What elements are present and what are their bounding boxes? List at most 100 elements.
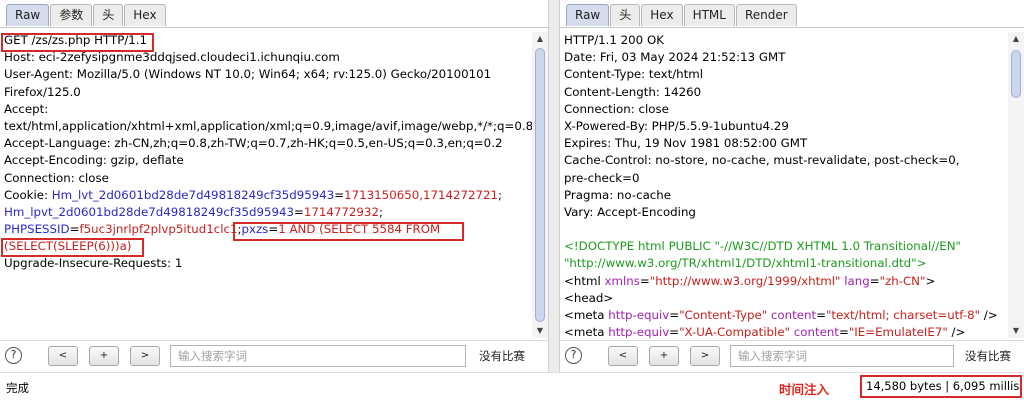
text-segment: "IE=EmulateIE7" xyxy=(848,325,948,338)
request-pane: Raw 参数头 Hex GET /zs/zs.php HTTP/1.1 Host: e… xyxy=(0,0,548,372)
prev-match-button[interactable]: < xyxy=(48,346,78,366)
response-editor[interactable]: HTTP/1.1 200 OK Date: Fri, 03 May 2024 21… xyxy=(560,32,1008,338)
text-line: Cache-Control: no-store, no-cache, must-… xyxy=(560,152,1008,169)
text-line: HTTP/1.1 200 OK xyxy=(560,32,1008,49)
text-segment: GET /zs/zs.php HTTP/1.1 xyxy=(4,33,148,47)
tab-4[interactable]: Render xyxy=(735,4,797,26)
text-segment: = xyxy=(639,273,650,288)
text-segment: (SELECT(SLEEP(6)))a) xyxy=(4,239,132,254)
text-segment: content xyxy=(770,308,817,322)
tab-0[interactable]: Raw xyxy=(566,4,610,26)
text-segment: Date: Fri, 03 May 2024 21:52:13 GMT xyxy=(564,50,786,65)
text-segment: xmlns xyxy=(604,273,640,288)
text-segment: <head> xyxy=(564,290,614,305)
tab-3[interactable]: Hex xyxy=(124,4,166,26)
text-segment: HTTP/1.1 200 OK xyxy=(564,33,664,47)
tab-underline xyxy=(560,27,1024,28)
tab-0[interactable]: Raw xyxy=(6,4,50,26)
text-line: Accept-Language: zh-CN,zh;q=0.8,zh-TW;q=… xyxy=(0,135,532,152)
text-segment: PHPSESSID xyxy=(4,222,70,237)
scroll-thumb[interactable] xyxy=(535,48,545,322)
text-segment: lang xyxy=(844,273,870,288)
text-line xyxy=(560,221,1008,238)
text-segment: Hm_lvt_2d0601bd28de7d49818249cf35d95943 xyxy=(51,187,335,202)
request-editor[interactable]: GET /zs/zs.php HTTP/1.1 Host: eci-2zefysi… xyxy=(0,32,532,338)
response-match-count: 没有比赛 xyxy=(965,349,1011,363)
text-segment: pre-check=0 xyxy=(564,170,640,185)
text-segment: Pragma: no-cache xyxy=(564,187,672,202)
response-size-time: 14,580 bytes | 6,095 millis xyxy=(860,375,1022,398)
text-line: Accept: xyxy=(0,101,532,118)
request-search-input[interactable]: 输入搜索字词 xyxy=(170,345,466,367)
text-segment: > xyxy=(925,273,936,288)
tab-1[interactable]: 头 xyxy=(610,4,641,26)
text-segment: /> xyxy=(947,325,966,338)
help-icon[interactable]: ? xyxy=(5,347,22,364)
text-segment: 1714772932 xyxy=(303,204,379,219)
text-segment: Cookie: xyxy=(4,187,52,202)
text-segment: User-Agent: Mozilla/5.0 (Windows NT 10.0… xyxy=(4,67,492,82)
text-line: Accept-Encoding: gzip, deflate xyxy=(0,152,532,169)
text-segment: Content-Type: text/html xyxy=(564,67,704,82)
response-search-bar: ? < + > 输入搜索字词 没有比赛 xyxy=(560,340,1024,370)
text-segment: ; xyxy=(498,187,503,202)
scroll-up-icon[interactable]: ▲ xyxy=(532,32,548,46)
text-segment: text/html,application/xhtml+xml,applicat… xyxy=(4,118,532,133)
help-icon[interactable]: ? xyxy=(565,347,582,364)
text-segment: <html xyxy=(564,273,605,288)
text-segment: f5uc3jnrlpf2plvp5itud1clc1 xyxy=(79,222,238,237)
pane-splitter[interactable] xyxy=(548,0,560,372)
text-segment: 1 AND (SELECT 5584 FROM xyxy=(278,222,441,237)
text-segment: Accept: xyxy=(4,101,49,116)
response-search-input[interactable]: 输入搜索字词 xyxy=(730,345,954,367)
next-match-button[interactable]: > xyxy=(130,346,160,366)
text-segment: /> xyxy=(980,308,998,322)
text-line: <!DOCTYPE html PUBLIC "-//W3C//DTD XHTML… xyxy=(560,238,1008,255)
prev-match-button[interactable]: < xyxy=(608,346,638,366)
text-line: X-Powered-By: PHP/5.5.9-1ubuntu4.29 xyxy=(560,118,1008,135)
request-search-bar: ? < + > 输入搜索字词 没有比赛 xyxy=(0,340,548,370)
text-line: Content-Length: 14260 xyxy=(560,84,1008,101)
text-line: Expires: Thu, 19 Nov 1981 08:52:00 GMT xyxy=(560,135,1008,152)
text-segment: = xyxy=(869,273,880,288)
text-segment: 1713150650,1714272721 xyxy=(344,187,499,202)
request-scrollbar[interactable]: ▲ ▼ xyxy=(532,32,548,338)
text-line: Upgrade-Insecure-Requests: 1 xyxy=(0,255,532,272)
text-line: "http://www.w3.org/TR/xhtml1/DTD/xhtml1-… xyxy=(560,255,1008,272)
scroll-down-icon[interactable]: ▼ xyxy=(1008,324,1024,338)
text-line: Cookie: Hm_lvt_2d0601bd28de7d49818249cf3… xyxy=(0,187,532,204)
text-segment: "text/html; charset=utf-8" xyxy=(825,308,981,322)
scroll-up-icon[interactable]: ▲ xyxy=(1008,32,1024,46)
text-line: PHPSESSID=f5uc3jnrlpf2plvp5itud1clc1;pxz… xyxy=(0,221,532,238)
text-segment: Hm_lpvt_2d0601bd28de7d49818249cf35d95943 xyxy=(4,204,294,219)
tab-1[interactable]: 参数 xyxy=(50,4,93,26)
text-line: Connection: close xyxy=(560,101,1008,118)
text-line: Pragma: no-cache xyxy=(560,187,1008,204)
text-segment: "http://www.w3.org/1999/xhtml" xyxy=(649,273,841,288)
tab-2[interactable]: Hex xyxy=(641,4,683,26)
scroll-down-icon[interactable]: ▼ xyxy=(532,324,548,338)
response-scrollbar[interactable]: ▲ ▼ xyxy=(1008,32,1024,338)
text-line: GET /zs/zs.php HTTP/1.1 xyxy=(0,32,532,49)
text-segment: = xyxy=(268,222,279,237)
text-segment: = xyxy=(816,308,826,322)
next-match-button[interactable]: > xyxy=(690,346,720,366)
text-segment: "Content-Type" xyxy=(679,308,768,322)
text-segment: "zh-CN" xyxy=(879,273,926,288)
tab-2[interactable]: 头 xyxy=(93,4,124,26)
text-line: Vary: Accept-Encoding xyxy=(560,204,1008,221)
tab-3[interactable]: HTML xyxy=(683,4,735,26)
text-line: <head> xyxy=(560,290,1008,307)
text-segment: = xyxy=(69,222,80,237)
text-segment: Connection: close xyxy=(4,170,109,185)
text-segment: Connection: close xyxy=(564,101,669,116)
text-line: Host: eci-2zefysipgnme3ddqjsed.cloudeci1… xyxy=(0,49,532,66)
text-segment: http-equiv xyxy=(608,308,670,322)
text-line: Connection: close xyxy=(0,170,532,187)
text-segment: = xyxy=(669,308,680,322)
add-match-button[interactable]: + xyxy=(649,346,679,366)
text-segment: Content-Length: 14260 xyxy=(564,84,702,99)
text-segment: = xyxy=(334,187,345,202)
scroll-thumb[interactable] xyxy=(1011,50,1021,98)
add-match-button[interactable]: + xyxy=(89,346,119,366)
